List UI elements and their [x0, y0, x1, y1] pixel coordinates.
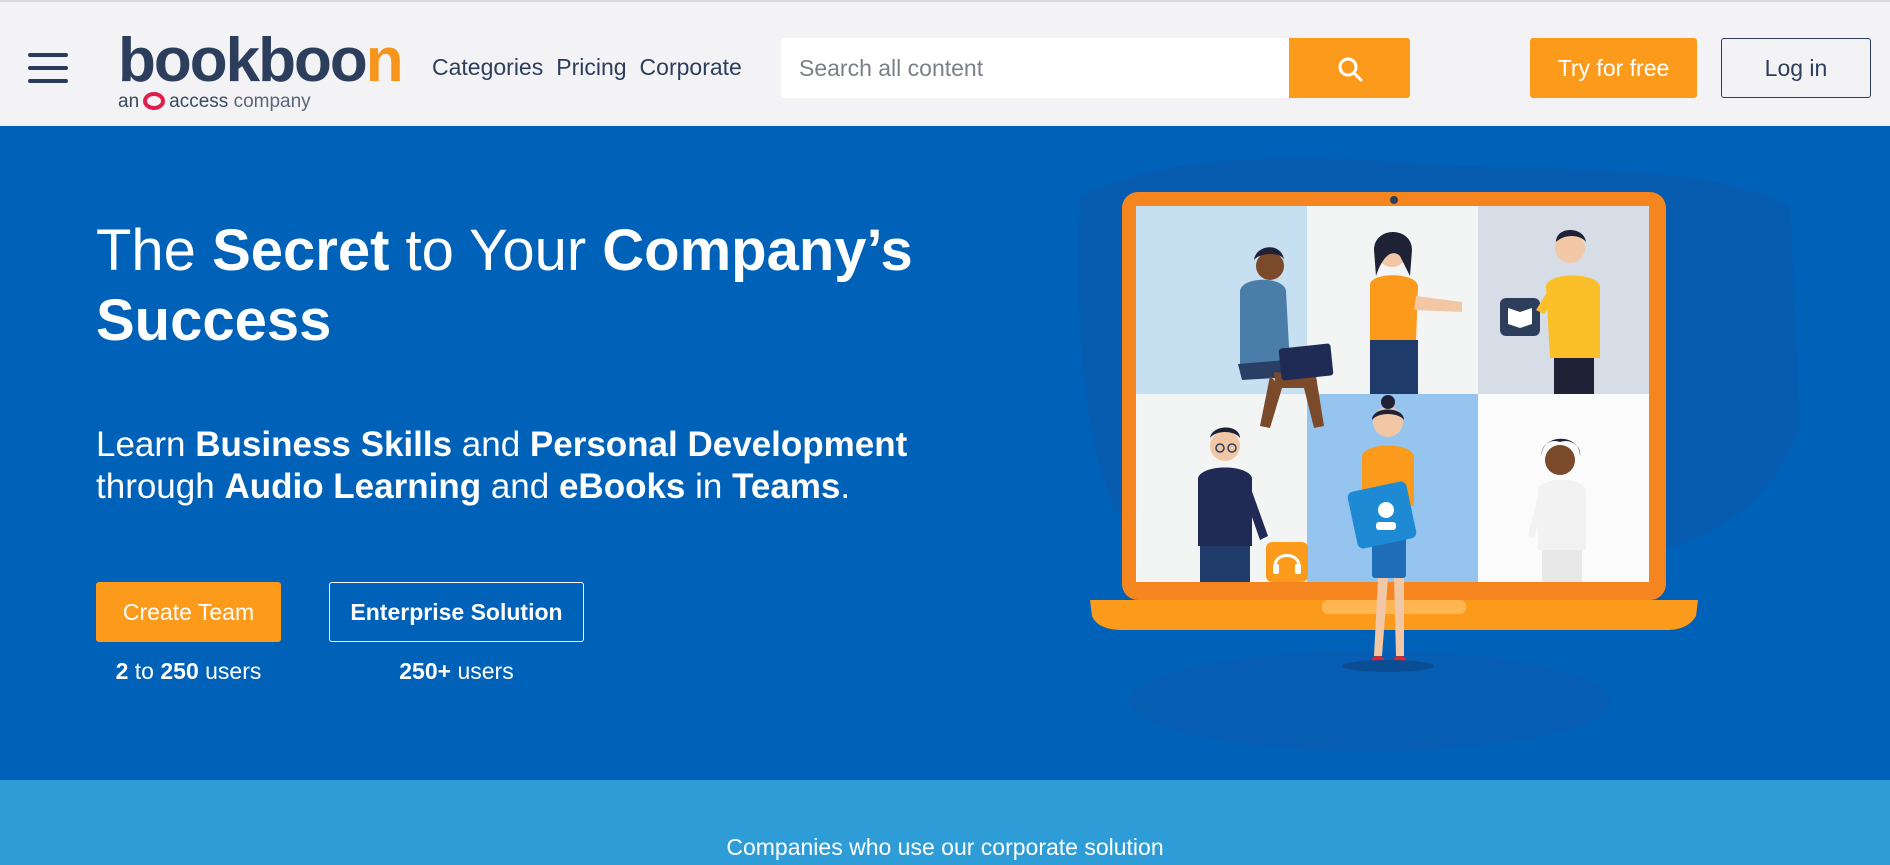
nav-corporate[interactable]: Corporate: [640, 54, 742, 81]
hamburger-bar: [28, 79, 68, 83]
search-bar: [781, 38, 1410, 98]
main-nav: Categories Pricing Corporate: [432, 54, 742, 81]
create-team-users-caption: 2 to 250 users: [115, 658, 262, 684]
hamburger-bar: [28, 53, 68, 57]
access-ring-icon: [143, 92, 166, 110]
search-input[interactable]: [781, 38, 1289, 98]
enterprise-solution-button[interactable]: Enterprise Solution: [329, 582, 584, 642]
site-header: bookboon an access company Categories Pri…: [0, 0, 1890, 126]
logo-wordmark: bookboon: [118, 26, 404, 95]
hero-title: The Secret to Your Company’s Success: [96, 218, 913, 353]
create-team-button[interactable]: Create Team: [96, 582, 281, 642]
search-icon: [1338, 57, 1363, 82]
clients-title: Companies who use our corporate solution: [726, 834, 1164, 860]
nav-pricing[interactable]: Pricing: [556, 54, 626, 81]
clients-section: Companies who use our corporate solution: [0, 780, 1890, 865]
bookboon-logo[interactable]: bookboon an access company: [118, 26, 408, 116]
nav-categories[interactable]: Categories: [432, 54, 543, 81]
try-for-free-button[interactable]: Try for free: [1530, 38, 1697, 98]
laptop-team-illustration: [1078, 157, 1800, 751]
hamburger-menu-icon[interactable]: [28, 53, 68, 85]
hamburger-bar: [28, 66, 68, 70]
search-button[interactable]: [1289, 38, 1410, 98]
login-button[interactable]: Log in: [1721, 38, 1871, 98]
hero-section: The Secret to Your Company’s Success Lea…: [0, 126, 1890, 780]
hero-subtitle: Learn Business Skills and Personal Devel…: [96, 425, 908, 506]
logo-tagline: an access company: [118, 91, 311, 112]
enterprise-users-caption: 250+ users: [399, 658, 514, 684]
